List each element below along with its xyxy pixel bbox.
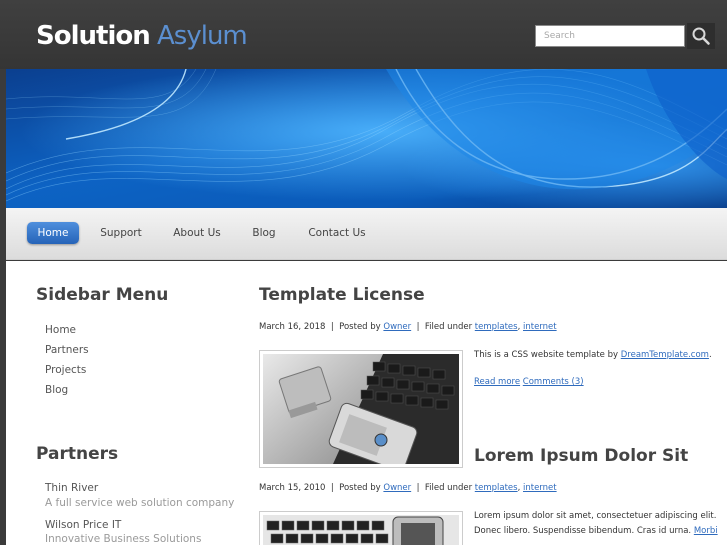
page: Solution Asylum Search Home Support Abou… [0, 0, 727, 545]
partner-description: Innovative Business Solutions [45, 533, 202, 545]
posted-by-label: Posted by [339, 483, 381, 493]
blue-waves-image [6, 69, 727, 208]
magnifier-icon [692, 27, 710, 45]
nav-item-blog[interactable]: Blog [244, 222, 284, 244]
logo-word-asylum: Asylum [157, 21, 248, 51]
tag-link[interactable]: internet [523, 483, 557, 493]
sidebar-link-home[interactable]: Home [45, 324, 76, 336]
search-button[interactable] [687, 23, 715, 49]
nav-item-about-us[interactable]: About Us [166, 222, 228, 244]
laptop-photo [263, 354, 459, 464]
author-link[interactable]: Owner [383, 322, 411, 332]
post-image-keyboard [259, 511, 463, 545]
post-date: March 15, 2010 [259, 483, 326, 493]
sidebar-link-projects[interactable]: Projects [45, 364, 86, 376]
hero-banner [6, 69, 727, 208]
meta-separator: | [328, 483, 337, 493]
meta-separator: | [413, 483, 423, 493]
filed-under-label: Filed under [424, 483, 473, 493]
dreamtemplate-link[interactable]: DreamTemplate.com [621, 350, 709, 360]
keyboard-photo [263, 515, 459, 545]
partner-name[interactable]: Thin River [45, 482, 98, 494]
partner-name[interactable]: Wilson Price IT [45, 519, 121, 531]
post-excerpt-line: Donec libero. Suspendisse bibendum. Cras… [474, 524, 718, 539]
content-area: Sidebar Menu Home Partners Projects Blog… [6, 261, 727, 545]
post-title[interactable]: Lorem Ipsum Dolor Sit [474, 446, 688, 466]
logo-word-solution: Solution [36, 21, 151, 51]
post-date: March 16, 2018 [259, 322, 326, 332]
sidebar-menu-title: Sidebar Menu [36, 285, 169, 305]
header: Solution Asylum [0, 0, 727, 69]
nav-item-home[interactable]: Home [27, 222, 79, 244]
morbi-link[interactable]: Morbi [694, 526, 718, 536]
excerpt-text: This is a CSS website template by [474, 350, 619, 360]
excerpt-text: Donec libero. Suspendisse bibendum. Cras… [474, 526, 692, 536]
tag-link[interactable]: templates [475, 483, 518, 493]
search-input[interactable] [535, 25, 685, 47]
post-excerpt: This is a CSS website template by DreamT… [474, 348, 712, 363]
post-image-laptop [259, 350, 463, 468]
nav-item-support[interactable]: Support [92, 222, 150, 244]
read-more-link[interactable]: Read more [474, 377, 520, 387]
excerpt-end: . [708, 350, 712, 360]
partners-title: Partners [36, 444, 119, 464]
filed-under-label: Filed under [424, 322, 473, 332]
author-link[interactable]: Owner [383, 483, 411, 493]
post-title[interactable]: Template License [259, 285, 425, 305]
posted-by-label: Posted by [339, 322, 381, 332]
sidebar-link-partners[interactable]: Partners [45, 344, 89, 356]
sidebar-link-blog[interactable]: Blog [45, 384, 68, 396]
site-logo[interactable]: Solution Asylum [36, 20, 248, 52]
post-meta: March 15, 2010 | Posted by Owner | Filed… [259, 483, 557, 493]
post-meta: March 16, 2018 | Posted by Owner | Filed… [259, 322, 557, 332]
meta-separator: | [328, 322, 337, 332]
meta-separator: | [413, 322, 423, 332]
main-nav: Home Support About Us Blog Contact Us [6, 208, 727, 260]
tag-link[interactable]: internet [523, 322, 557, 332]
post-links: Read more Comments (3) [474, 375, 584, 390]
nav-item-contact-us[interactable]: Contact Us [301, 222, 373, 244]
post-excerpt-line: Lorem ipsum dolor sit amet, consectetuer… [474, 511, 717, 521]
comments-link[interactable]: Comments (3) [523, 377, 584, 387]
partner-description: A full service web solution company [45, 497, 235, 509]
tag-link[interactable]: templates [475, 322, 518, 332]
